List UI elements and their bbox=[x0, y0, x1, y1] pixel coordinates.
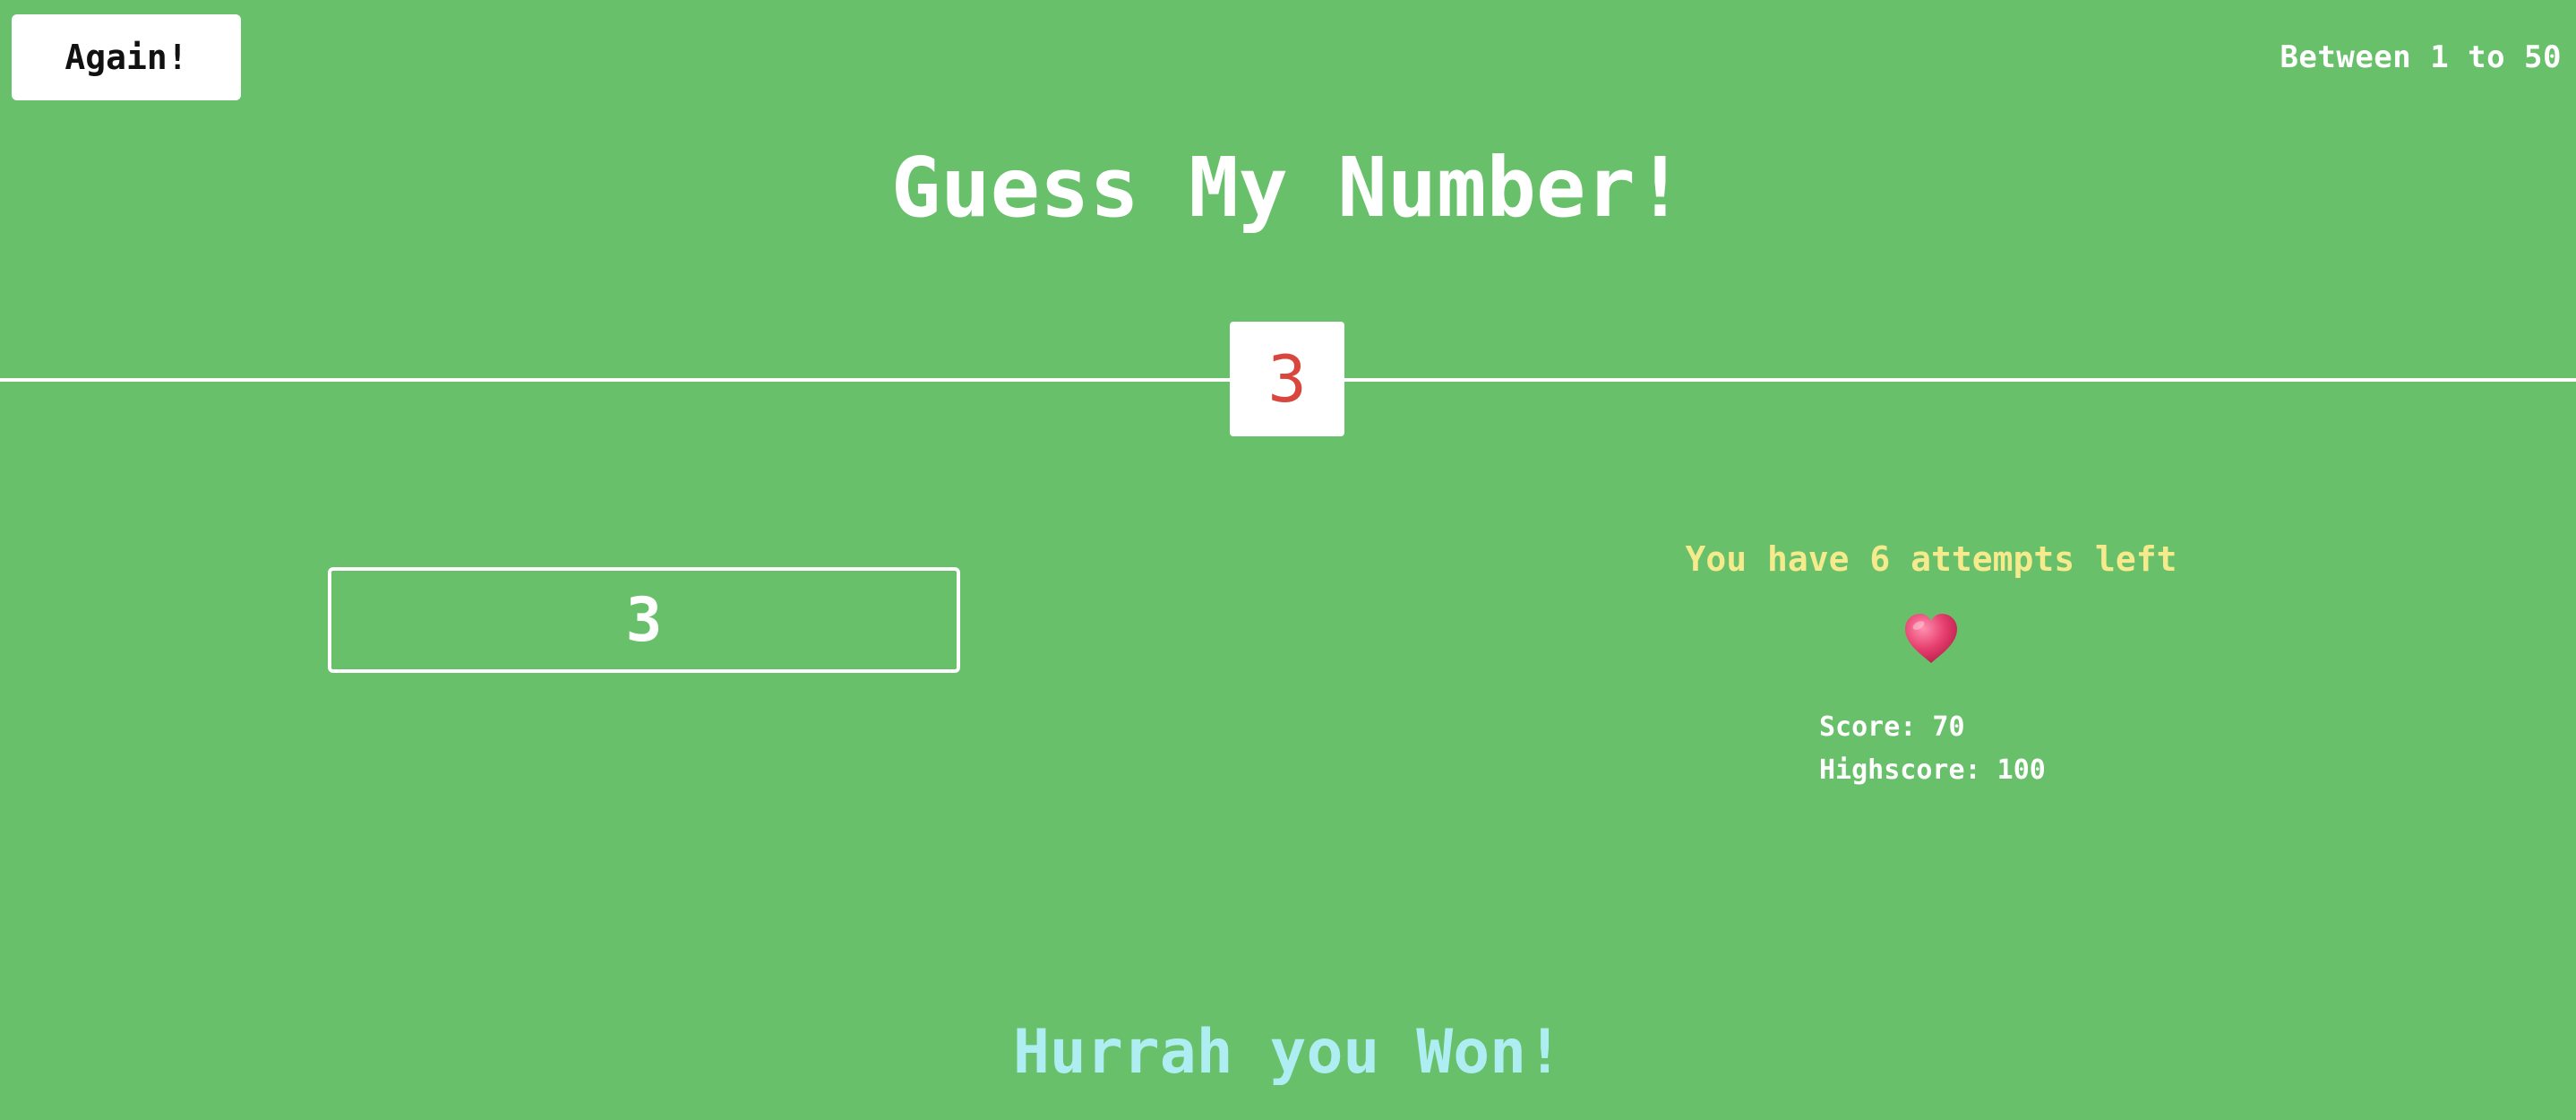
range-hint: Between 1 to 50 bbox=[2280, 39, 2562, 75]
page-title: Guess My Number! bbox=[890, 140, 1686, 236]
attempts-left-text: You have 6 attempts left bbox=[1685, 539, 2177, 579]
guess-input[interactable] bbox=[328, 567, 960, 673]
heart-icon bbox=[1905, 614, 1957, 663]
result-message: Hurrah you Won! bbox=[1012, 1017, 1564, 1088]
score-text: Score: 70 bbox=[1819, 711, 1965, 743]
again-button[interactable]: Again! bbox=[12, 14, 241, 100]
secret-number-box: 3 bbox=[1230, 322, 1344, 436]
highscore-text: Highscore: 100 bbox=[1819, 754, 2046, 786]
